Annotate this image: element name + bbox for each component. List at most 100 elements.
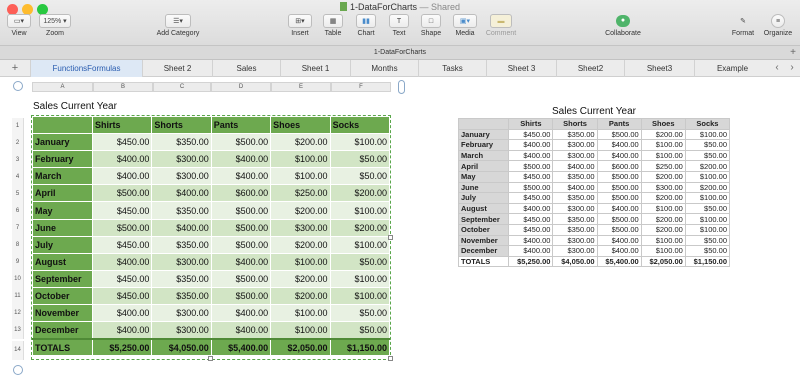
table-cell[interactable]: $200.00 bbox=[270, 133, 331, 152]
table-cell[interactable]: $450.00 bbox=[91, 286, 153, 306]
table-cell[interactable]: $500.00 bbox=[210, 269, 272, 288]
row-label[interactable]: May bbox=[32, 201, 93, 220]
chart-header-cell[interactable]: Shirts bbox=[508, 118, 554, 130]
table-cell[interactable]: $100.00 bbox=[329, 235, 391, 254]
totals-cell[interactable]: $5,400.00 bbox=[210, 337, 272, 357]
table-cell[interactable]: $50.00 bbox=[329, 167, 391, 186]
row-label[interactable]: November bbox=[32, 304, 93, 323]
chart-row-label[interactable]: October bbox=[457, 223, 510, 236]
totals-cell[interactable]: $1,150.00 bbox=[329, 337, 391, 357]
table-cell[interactable]: $500.00 bbox=[210, 286, 272, 306]
row-number[interactable]: 3 bbox=[12, 152, 24, 169]
chart-table-cell[interactable]: $100.00 bbox=[640, 139, 686, 151]
table-title[interactable]: Sales Current Year bbox=[33, 101, 117, 112]
organize-button[interactable]: ≡ Organize bbox=[762, 14, 794, 44]
chart-row-label[interactable]: July bbox=[457, 192, 510, 204]
table-cell[interactable]: $350.00 bbox=[151, 286, 212, 306]
chart-table-cell[interactable]: $450.00 bbox=[508, 170, 554, 183]
comment-button[interactable]: ▬ Comment bbox=[484, 14, 518, 44]
row-label[interactable]: August bbox=[32, 252, 93, 271]
table-cell[interactable]: $500.00 bbox=[210, 201, 272, 220]
tab-sheet-1[interactable]: Sheet 1 bbox=[280, 60, 350, 77]
chart-table-cell[interactable]: $100.00 bbox=[684, 170, 731, 183]
table-cell[interactable]: $400.00 bbox=[210, 252, 272, 271]
chart-table-cell[interactable]: $50.00 bbox=[684, 149, 731, 162]
chart-table-cell[interactable]: $500.00 bbox=[596, 181, 642, 194]
table-cell[interactable]: $200.00 bbox=[329, 218, 391, 237]
header-cell[interactable]: Socks bbox=[329, 115, 391, 135]
chart-totals-label[interactable]: TOTALS bbox=[457, 255, 510, 268]
table-cell[interactable]: $500.00 bbox=[210, 235, 272, 254]
chart-table-cell[interactable]: $400.00 bbox=[596, 234, 642, 247]
table-cell[interactable]: $300.00 bbox=[270, 218, 331, 237]
tab-sheet3[interactable]: Sheet3 bbox=[624, 60, 694, 77]
row-label[interactable]: April bbox=[32, 184, 93, 203]
table-cell[interactable]: $350.00 bbox=[151, 235, 212, 254]
add-category-button[interactable]: ☰▾ Add Category bbox=[150, 14, 206, 44]
chart-header-cell[interactable] bbox=[457, 118, 510, 130]
table-cell[interactable]: $300.00 bbox=[151, 304, 212, 323]
resize-handle-corner[interactable] bbox=[388, 356, 393, 361]
add-sheet-button[interactable]: + bbox=[0, 60, 30, 77]
row-label[interactable]: February bbox=[32, 150, 93, 169]
chart-table-cell[interactable]: $300.00 bbox=[640, 181, 686, 194]
table-cell[interactable]: $500.00 bbox=[210, 133, 272, 152]
chart-table-cell[interactable]: $400.00 bbox=[596, 202, 642, 215]
chart-row-label[interactable]: November bbox=[457, 234, 510, 247]
chart-row-label[interactable]: March bbox=[457, 149, 510, 162]
chart-table-cell[interactable]: $500.00 bbox=[596, 170, 642, 183]
row-number[interactable]: 11 bbox=[12, 288, 24, 305]
chevron-right-icon[interactable]: › bbox=[785, 60, 799, 77]
chart-header-cell[interactable]: Pants bbox=[596, 118, 642, 130]
header-cell[interactable]: Pants bbox=[210, 115, 272, 135]
chart-table-cell[interactable]: $400.00 bbox=[508, 149, 554, 162]
row-label[interactable]: September bbox=[32, 269, 93, 288]
chart-totals-cell[interactable]: $1,150.00 bbox=[684, 255, 731, 268]
chart-table-cell[interactable]: $200.00 bbox=[684, 160, 731, 172]
table-cell[interactable]: $450.00 bbox=[91, 269, 153, 288]
chart-table-cell[interactable]: $200.00 bbox=[640, 170, 686, 183]
table-cell[interactable]: $50.00 bbox=[329, 150, 391, 169]
table-cell[interactable]: $400.00 bbox=[210, 321, 272, 340]
chart-table-cell[interactable]: $300.00 bbox=[552, 245, 598, 257]
chart-table-cell[interactable]: $50.00 bbox=[684, 234, 731, 247]
row-number[interactable]: 7 bbox=[12, 220, 24, 237]
chart-totals-cell[interactable]: $5,250.00 bbox=[508, 255, 554, 268]
chart-table-cell[interactable]: $50.00 bbox=[684, 202, 731, 215]
chart-table-cell[interactable]: $100.00 bbox=[684, 128, 731, 141]
media-button[interactable]: ▣▾ Media bbox=[452, 14, 478, 44]
table-cell[interactable]: $200.00 bbox=[270, 235, 331, 254]
table-button[interactable]: ▦ Table bbox=[320, 14, 346, 44]
column-header-a[interactable]: A bbox=[32, 82, 93, 92]
collaborate-button[interactable]: ● Collaborate bbox=[602, 14, 644, 44]
table-cell[interactable]: $400.00 bbox=[151, 218, 212, 237]
table-cell[interactable]: $400.00 bbox=[91, 252, 153, 271]
tab-tasks[interactable]: Tasks bbox=[418, 60, 486, 77]
chart-button[interactable]: ▮▮ Chart bbox=[353, 14, 379, 44]
table-cell[interactable]: $100.00 bbox=[270, 252, 331, 271]
text-button[interactable]: T Text bbox=[386, 14, 412, 44]
chart-table-cell[interactable]: $450.00 bbox=[508, 128, 554, 141]
format-button[interactable]: ✎ Format bbox=[728, 14, 758, 44]
sales-table[interactable]: Shirts Shorts Pants Shoes Socks January $… bbox=[32, 115, 391, 357]
header-cell[interactable]: Shoes bbox=[270, 115, 331, 135]
chart-table-cell[interactable]: $100.00 bbox=[640, 149, 686, 162]
table-cell[interactable]: $400.00 bbox=[210, 304, 272, 323]
table-cell[interactable]: $100.00 bbox=[270, 150, 331, 169]
totals-cell[interactable]: $5,250.00 bbox=[91, 337, 153, 357]
table-cell[interactable]: $50.00 bbox=[329, 252, 391, 271]
header-cell[interactable]: Shirts bbox=[91, 115, 153, 135]
chart-totals-cell[interactable]: $2,050.00 bbox=[640, 255, 686, 268]
chart-totals-cell[interactable]: $4,050.00 bbox=[552, 255, 598, 268]
chart-table-cell[interactable]: $100.00 bbox=[684, 192, 731, 204]
table-cell[interactable]: $300.00 bbox=[151, 252, 212, 271]
chart-table-cell[interactable]: $500.00 bbox=[596, 128, 642, 141]
chart-table-cell[interactable]: $400.00 bbox=[508, 234, 554, 247]
chart-table-cell[interactable]: $100.00 bbox=[684, 223, 731, 236]
row-number[interactable]: 12 bbox=[12, 305, 24, 322]
table-cell[interactable]: $400.00 bbox=[210, 150, 272, 169]
chart-table-cell[interactable]: $200.00 bbox=[640, 128, 686, 141]
chart-table-cell[interactable]: $450.00 bbox=[508, 192, 554, 204]
resize-handle-right[interactable] bbox=[388, 235, 393, 240]
column-header-e[interactable]: E bbox=[271, 82, 331, 92]
